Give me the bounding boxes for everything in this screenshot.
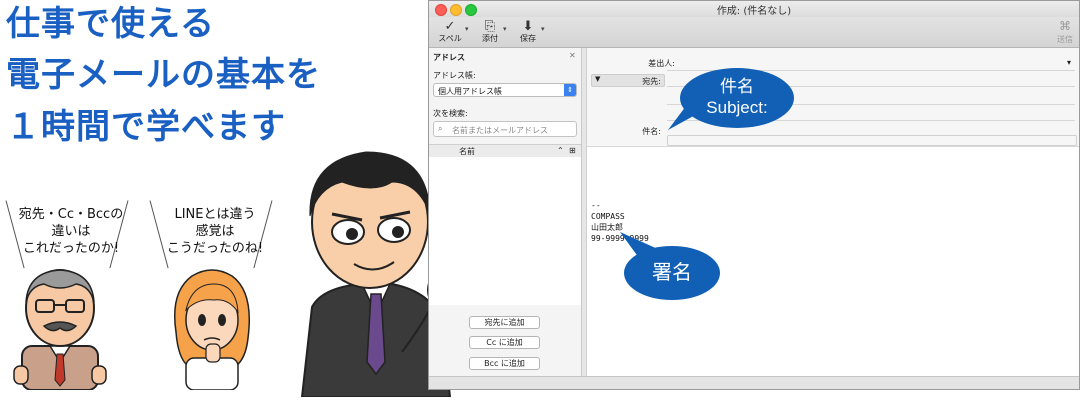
column-name-header: 名前: [459, 147, 475, 156]
businessman-illustration: [300, 151, 452, 397]
paperclip-icon: ⎘: [484, 19, 496, 34]
window-title: 作成: (件名なし): [716, 6, 792, 17]
window-titlebar: 作成: (件名なし): [429, 1, 1079, 17]
attach-label: 添付: [482, 34, 498, 43]
address-list-header[interactable]: 名前 ⌃ ⊞: [429, 144, 581, 158]
bubble-right-line-2: 感覚は: [195, 224, 235, 239]
subject-callout-en: Subject:: [706, 98, 768, 117]
address-panel-title: アドレス: [433, 53, 465, 62]
status-bar: [429, 376, 1079, 389]
subject-label: 件名:: [642, 127, 661, 136]
woman-illustration: [173, 269, 251, 390]
address-book-label: アドレス帳:: [433, 71, 476, 80]
bubble-left-line-1: 宛先・Cc・Bccの: [18, 207, 124, 222]
spell-dropdown-icon[interactable]: ▾: [465, 25, 469, 33]
close-panel-icon[interactable]: ✕: [569, 51, 576, 60]
signature-callout: 署名: [624, 246, 720, 300]
search-icon: ⌕: [438, 124, 443, 133]
bubble-left-line-2: 違いは: [51, 224, 91, 239]
address-book-value: 個人用アドレス帳: [438, 87, 502, 96]
send-icon: ⌘: [1059, 19, 1071, 33]
send-button[interactable]: ⌘ 送信: [1057, 19, 1073, 45]
sort-chevron-icon[interactable]: ⌃: [557, 146, 564, 155]
subject-callout-jp: 件名: [720, 77, 754, 96]
address-search-input[interactable]: ⌕ 名前またはメールアドレス: [433, 121, 577, 137]
save-button[interactable]: ⬇ 保存: [517, 19, 539, 44]
to-label: 宛先:: [642, 77, 661, 86]
add-to-button[interactable]: 宛先に追加: [469, 316, 540, 329]
column-options-icon[interactable]: ⊞: [569, 146, 576, 155]
headline-line-2: 電子メールの基本を: [6, 55, 321, 95]
address-book-select[interactable]: 個人用アドレス帳 ⇕: [433, 83, 577, 97]
signature-company: COMPASS: [591, 212, 625, 221]
spell-label: スペル: [438, 34, 462, 43]
signature-separator: --: [591, 201, 601, 210]
save-label: 保存: [520, 34, 536, 43]
add-cc-button[interactable]: Cc に追加: [469, 336, 540, 349]
send-label: 送信: [1057, 35, 1073, 44]
headline-line-3: １時間で学べます: [6, 107, 286, 147]
bubble-right-line-1: LINEとは違う: [174, 207, 256, 222]
bubble-right-line-3: こうだったのね!: [166, 241, 264, 256]
signature-callout-label: 署名: [652, 262, 692, 284]
attach-button[interactable]: ⎘ 添付: [479, 19, 501, 44]
select-arrows-icon: ⇕: [564, 84, 576, 96]
signature-name: 山田太郎: [591, 223, 623, 232]
older-man-illustration: [13, 269, 107, 390]
add-bcc-button[interactable]: Bcc に追加: [469, 357, 540, 370]
search-placeholder: 名前またはメールアドレス: [452, 126, 548, 135]
compose-window: 作成: (件名なし) ✓ スペル ▾ ⎘ 添付 ▾ ⬇ 保存 ▾ ⌘ 送信 アド…: [428, 0, 1080, 390]
toolbar: ✓ スペル ▾ ⎘ 添付 ▾ ⬇ 保存 ▾ ⌘ 送信: [429, 17, 1079, 48]
compose-area: 差出人: ▾ ▼ 宛先: 件名: -- COMPASS 山田太郎 99-9999…: [587, 48, 1079, 378]
address-panel: アドレス ✕ アドレス帳: 個人用アドレス帳 ⇕ 次を検索: ⌕ 名前またはメー…: [429, 48, 582, 378]
attach-dropdown-icon[interactable]: ▾: [503, 25, 507, 33]
bubble-left-line-3: これだったのか!: [22, 241, 120, 256]
address-list[interactable]: [429, 157, 581, 305]
from-label: 差出人:: [648, 59, 675, 68]
subject-callout: 件名 Subject:: [680, 68, 794, 128]
headline-line-1: 仕事で使える: [6, 4, 215, 44]
download-arrow-icon: ⬇: [522, 19, 534, 34]
search-label: 次を検索:: [433, 109, 468, 118]
subject-field[interactable]: [667, 135, 1077, 146]
from-dropdown-icon[interactable]: ▾: [1067, 58, 1071, 67]
disclosure-triangle-icon: ▼: [595, 75, 601, 83]
header-fields: 差出人: ▾ ▼ 宛先: 件名:: [587, 48, 1079, 147]
save-dropdown-icon[interactable]: ▾: [541, 25, 545, 33]
checkmark-icon: ✓: [444, 19, 456, 34]
spell-button[interactable]: ✓ スペル: [437, 19, 463, 44]
